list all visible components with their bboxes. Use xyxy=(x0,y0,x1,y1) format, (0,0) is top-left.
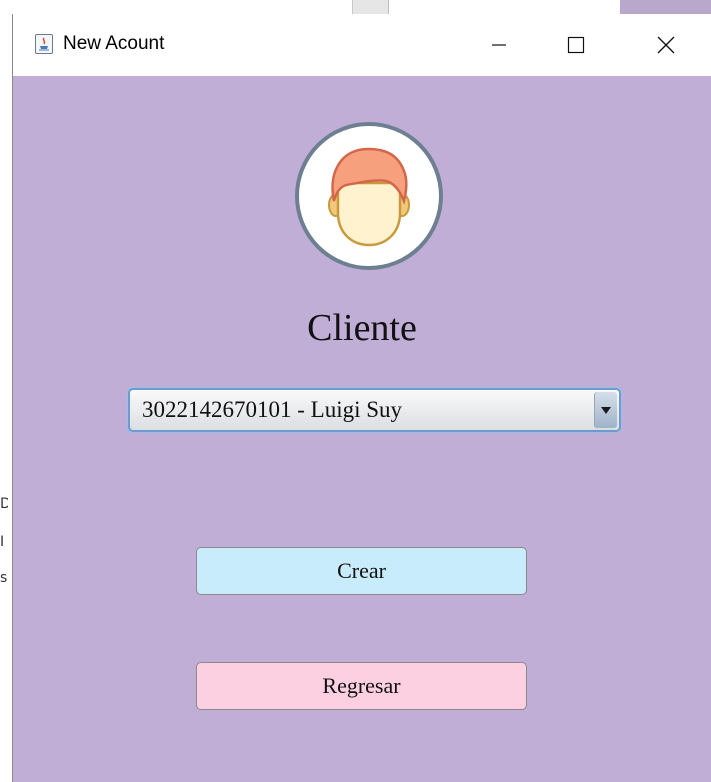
close-button[interactable] xyxy=(643,14,689,76)
window-title: New Acount xyxy=(63,33,165,54)
new-account-window: New Acount Cliente 3022142670101 - Luigi… xyxy=(12,14,711,782)
background-text-fragment: s xyxy=(0,570,8,586)
background-window-edge xyxy=(352,0,389,14)
background-left-strip: D I s xyxy=(0,14,12,782)
background-divider xyxy=(388,0,619,14)
chevron-down-icon xyxy=(601,407,611,414)
minimize-button[interactable] xyxy=(476,14,522,76)
user-avatar-icon xyxy=(294,121,444,271)
client-select-value: 3022142670101 - Luigi Suy xyxy=(142,397,403,422)
dropdown-arrow-button[interactable] xyxy=(594,392,617,428)
background-text-fragment: I xyxy=(0,534,5,550)
client-select-dropdown[interactable]: 3022142670101 - Luigi Suy xyxy=(128,388,621,432)
minimize-icon xyxy=(492,44,506,46)
client-heading: Cliente xyxy=(307,307,417,349)
close-icon xyxy=(657,36,675,54)
maximize-button[interactable] xyxy=(553,14,599,76)
maximize-icon xyxy=(567,36,585,54)
title-bar[interactable]: New Acount xyxy=(13,14,711,76)
create-button[interactable]: Crear xyxy=(196,547,527,595)
background-text-fragment: D xyxy=(0,496,8,512)
background-window-fragment xyxy=(620,0,711,14)
java-app-icon xyxy=(35,34,53,54)
back-button[interactable]: Regresar xyxy=(196,662,527,710)
